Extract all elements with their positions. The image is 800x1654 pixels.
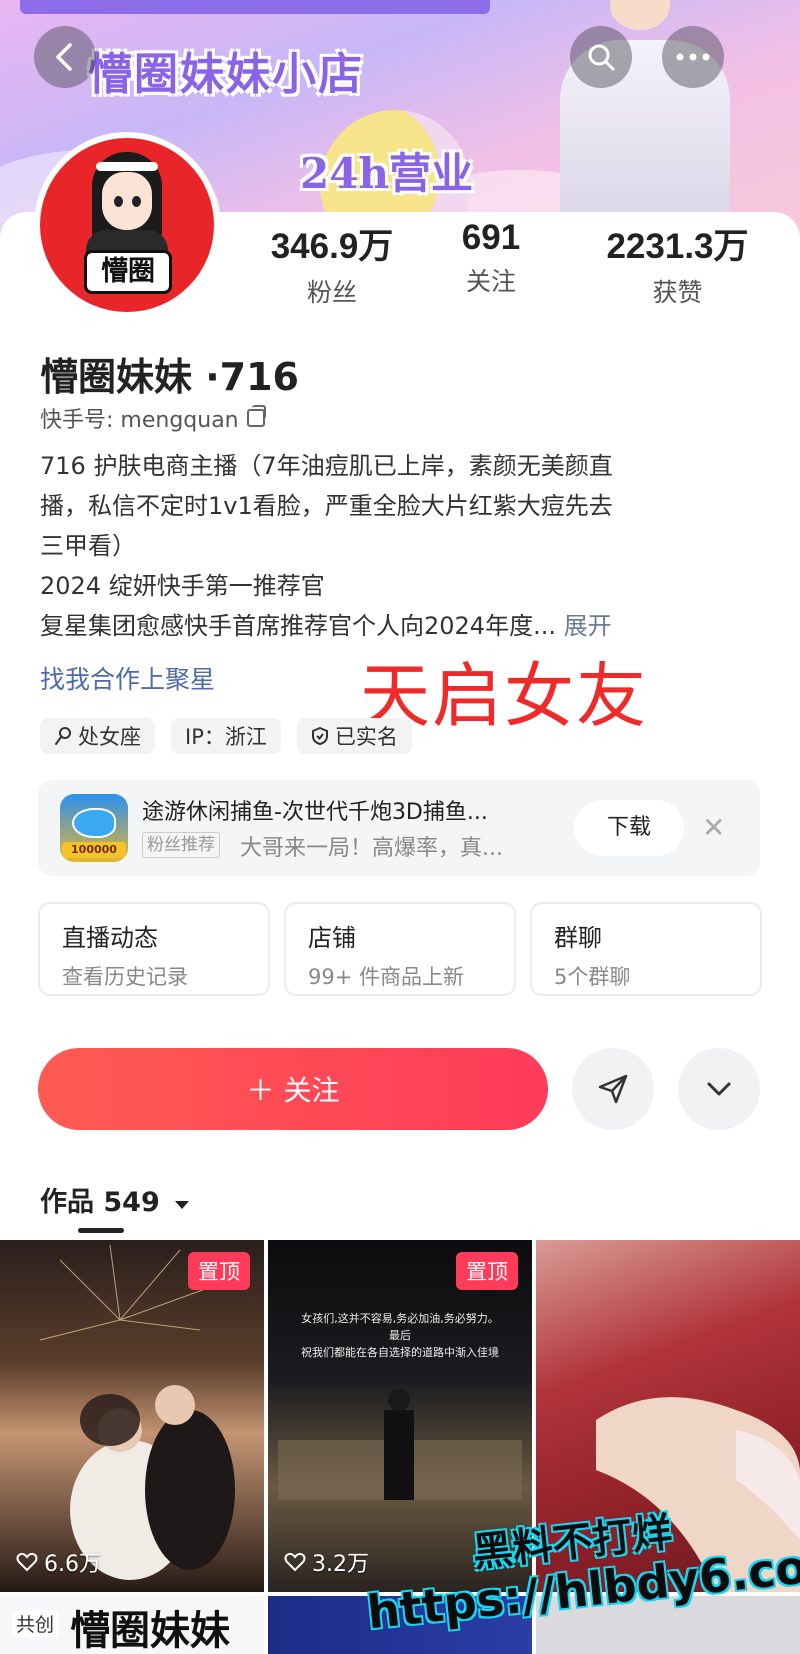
- entry-title: 群聊: [554, 924, 602, 952]
- heart-icon: [16, 1552, 38, 1572]
- entry-subtitle: 99+ 件商品上新: [308, 965, 464, 989]
- stat-label: 获赞: [652, 278, 703, 307]
- profile-chips: 处女座 IP：浙江 已实名: [40, 718, 412, 754]
- bio-line: 三甲看）: [40, 532, 136, 560]
- tile-caption: 女孩们,这并不容易,务必加油,务必努力。 最后 祝我们都能在各自选择的道路中渐入…: [286, 1310, 514, 1361]
- chip-label: IP：浙江: [185, 725, 267, 749]
- pinned-badge: 置顶: [456, 1252, 518, 1290]
- more-button[interactable]: [662, 26, 724, 88]
- share-button[interactable]: [572, 1048, 654, 1130]
- likes-count: 3.2万: [284, 1546, 369, 1578]
- stat-likes[interactable]: 2231.3万 获赞: [590, 218, 765, 309]
- caption-line: 最后: [389, 1329, 411, 1342]
- bio-line: 复星集团愈感快手首席推荐官个人向2024年度...: [40, 612, 556, 640]
- caret-down-icon: [175, 1201, 190, 1209]
- entry-subtitle: 5个群聊: [554, 965, 631, 989]
- chip-label: 已实名: [334, 725, 398, 749]
- ad-tag: 粉丝推荐: [142, 832, 220, 858]
- likes-value: 3.2万: [312, 1552, 369, 1577]
- tab-underline: [78, 1228, 124, 1233]
- pin-icon: [55, 727, 71, 745]
- bio-line: 2024 绽妍快手第一推荐官: [40, 572, 325, 600]
- likes-count: 6.6万: [16, 1546, 101, 1578]
- chevron-down-icon: [707, 1082, 731, 1096]
- entry-live-updates[interactable]: 直播动态 查看历史记录: [38, 902, 270, 996]
- tab-works[interactable]: 作品 549: [40, 1180, 191, 1219]
- tile-title-text: 懵圈妹妹: [70, 1608, 230, 1654]
- entry-shop[interactable]: 店铺 99+ 件商品上新: [284, 902, 516, 996]
- chip-verified: 已实名: [296, 718, 412, 754]
- follow-label: ＋ 关注: [246, 1074, 340, 1107]
- chip-ip: IP：浙江: [171, 718, 281, 754]
- avatar[interactable]: 懵圈: [34, 132, 220, 318]
- caption-line: 祝我们都能在各自选择的道路中渐入佳境: [301, 1346, 499, 1359]
- send-icon: [598, 1074, 628, 1104]
- co-create-tag: 共创: [12, 1610, 59, 1637]
- entry-title: 店铺: [308, 924, 356, 952]
- entry-subtitle: 查看历史记录: [62, 965, 188, 989]
- banner-subtitle: 24h营业: [300, 149, 473, 198]
- likes-value: 6.6万: [44, 1552, 101, 1577]
- pinned-badge: 置顶: [188, 1252, 250, 1290]
- back-arrow-icon: [56, 43, 72, 71]
- ad-title: 途游休闲捕鱼-次世代千炮3D捕鱼...: [142, 800, 488, 825]
- shield-icon: [311, 726, 328, 746]
- work-tile[interactable]: 共创 懵圈妹妹: [0, 1596, 264, 1654]
- banner-title: 懵圈妹妹小店: [88, 49, 364, 100]
- chip-label: 处女座: [78, 725, 141, 749]
- caption-line: 女孩们,这并不容易,务必加油,务必努力。: [301, 1312, 499, 1325]
- feature-entries: 直播动态 查看历史记录 店铺 99+ 件商品上新 群聊 5个群聊: [38, 902, 800, 996]
- work-tile[interactable]: 置顶 6.6万: [0, 1240, 264, 1592]
- stat-label: 粉丝: [306, 278, 357, 307]
- entry-group-chat[interactable]: 群聊 5个群聊: [530, 902, 762, 996]
- stat-value: 346.9万: [270, 227, 394, 266]
- stat-fans[interactable]: 346.9万 粉丝: [252, 218, 412, 309]
- fireworks-photo: [39, 1244, 235, 1580]
- copy-icon[interactable]: [246, 405, 266, 427]
- bio-line: 播，私信不定时1v1看脸，严重全脸大片红紫大痘先去: [40, 492, 613, 520]
- more-options-button[interactable]: [678, 1048, 760, 1130]
- kuaishou-id[interactable]: 快手号: mengquan: [40, 402, 266, 434]
- heart-icon: [284, 1552, 306, 1572]
- entry-title: 直播动态: [62, 924, 158, 952]
- app-icon-badge: 100000: [62, 842, 126, 858]
- profile-name: 懵圈妹妹 ·716: [40, 355, 299, 399]
- ad-description: 大哥来一局！高爆率，真...: [240, 836, 503, 861]
- kuaishou-id-text: 快手号: mengquan: [40, 408, 239, 433]
- ad-banner[interactable]: 100000 途游休闲捕鱼-次世代千炮3D捕鱼... 粉丝推荐 大哥来一局！高爆…: [38, 780, 760, 876]
- banner-top-strip: [20, 0, 490, 14]
- avatar-image: 懵圈: [40, 138, 214, 312]
- game-app-icon: 100000: [60, 794, 128, 862]
- follow-button[interactable]: ＋ 关注: [38, 1048, 548, 1130]
- download-button[interactable]: 下载: [574, 800, 684, 856]
- back-button[interactable]: [34, 26, 96, 88]
- bio-line: 716 护肤电商主播（7年油痘肌已上岸，素颜无美颜直: [40, 452, 613, 480]
- stat-value: 2231.3万: [606, 227, 749, 266]
- stat-value: 691: [461, 218, 521, 257]
- more-dots-icon: [676, 53, 710, 61]
- search-button[interactable]: [570, 26, 632, 88]
- collab-link[interactable]: 找我合作上聚星: [40, 660, 215, 696]
- close-icon[interactable]: ✕: [702, 808, 725, 848]
- stat-following[interactable]: 691 关注: [446, 218, 536, 298]
- works-tab-label: 作品 549: [40, 1187, 160, 1218]
- profile-bio: 716 护肤电商主播（7年油痘肌已上岸，素颜无美颜直 播，私信不定时1v1看脸，…: [40, 446, 740, 646]
- chip-zodiac: 处女座: [40, 718, 155, 754]
- stat-label: 关注: [465, 267, 516, 296]
- expand-link[interactable]: 展开: [564, 612, 612, 640]
- search-icon: [588, 44, 615, 71]
- avatar-tag: 懵圈: [84, 250, 172, 294]
